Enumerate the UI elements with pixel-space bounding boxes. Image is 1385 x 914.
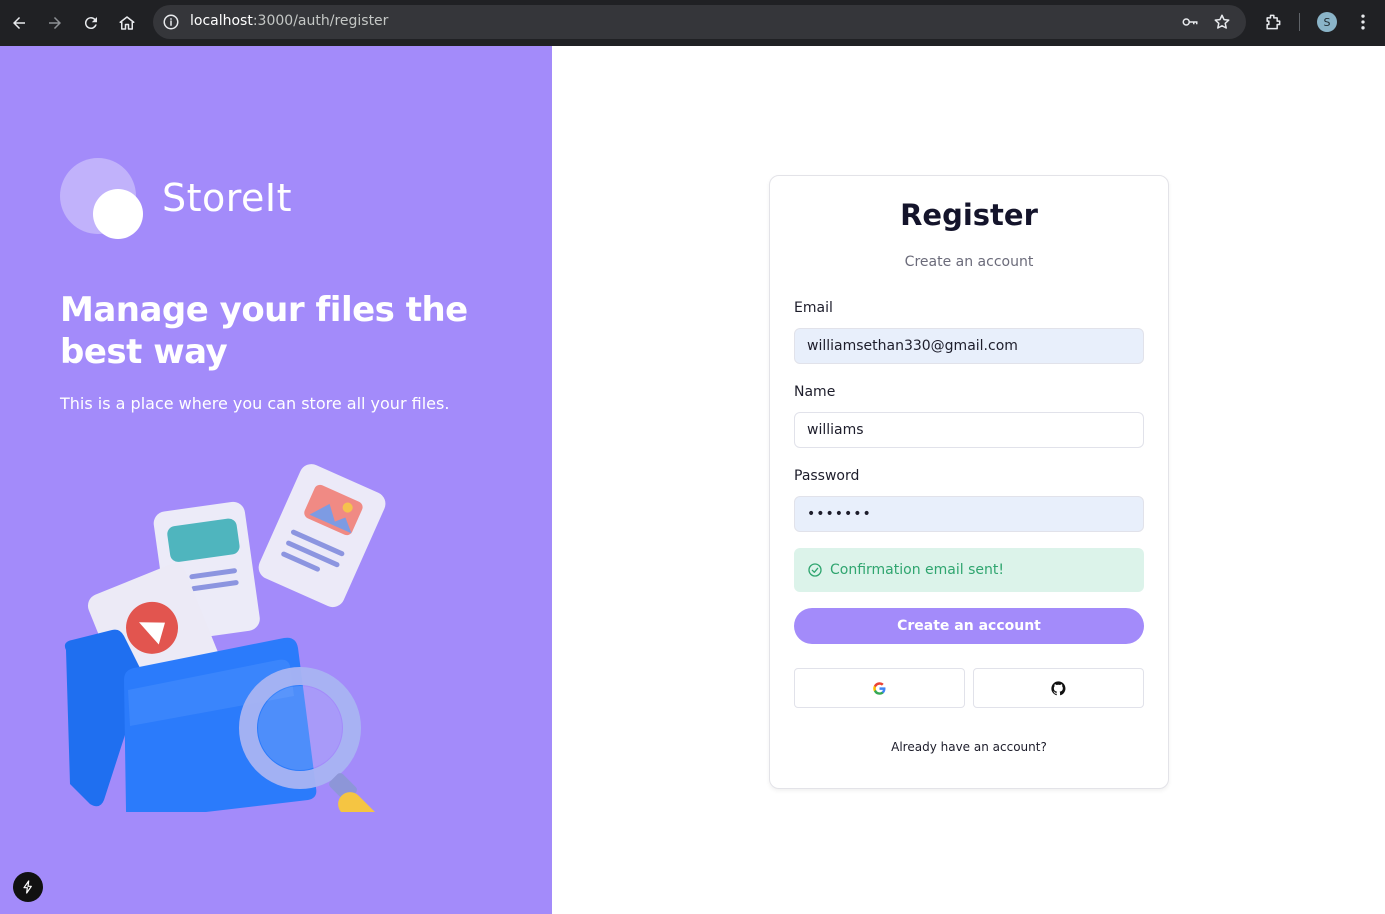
success-alert: Confirmation email sent!: [794, 548, 1144, 592]
form-title: Register: [900, 198, 1038, 232]
form-subtitle: Create an account: [904, 254, 1034, 270]
create-account-button[interactable]: Create an account: [794, 608, 1144, 644]
profile-avatar[interactable]: S: [1317, 12, 1337, 32]
google-icon: [873, 681, 886, 695]
name-field[interactable]: williams: [794, 412, 1144, 448]
url-text: localhost:3000/auth/register: [190, 13, 389, 29]
login-link[interactable]: Already have an account?: [770, 740, 1168, 754]
toolbar-divider: [1299, 13, 1300, 31]
browser-toolbar: localhost:3000/auth/register S: [0, 0, 1385, 46]
hero-headline: Manage your files the best way: [60, 290, 468, 372]
name-label: Name: [794, 384, 836, 400]
files-illustration: [64, 464, 386, 812]
star-icon[interactable]: [1213, 13, 1231, 31]
register-card: Register Create an account Email william…: [769, 175, 1169, 789]
brand-name: StoreIt: [162, 176, 293, 220]
menu-icon[interactable]: [1353, 12, 1373, 32]
github-icon: [1051, 680, 1066, 695]
password-label: Password: [794, 468, 860, 484]
reload-icon[interactable]: [79, 11, 103, 35]
check-circle-icon: [808, 563, 822, 577]
hero-tagline: This is a place where you can store all …: [60, 394, 450, 413]
forward-icon[interactable]: [43, 11, 67, 35]
github-signin-button[interactable]: [973, 668, 1144, 708]
back-icon[interactable]: [7, 11, 31, 35]
email-label: Email: [794, 300, 833, 316]
bolt-icon[interactable]: [13, 872, 43, 902]
email-field[interactable]: williamsethan330@gmail.com: [794, 328, 1144, 364]
home-icon[interactable]: [115, 11, 139, 35]
password-field[interactable]: •••••••: [794, 496, 1144, 532]
success-message: Confirmation email sent!: [830, 562, 1004, 578]
hero-panel: StoreIt Manage your files the best way T…: [0, 46, 552, 914]
info-icon[interactable]: [162, 13, 180, 31]
address-bar[interactable]: localhost:3000/auth/register: [153, 5, 1246, 39]
google-signin-button[interactable]: [794, 668, 965, 708]
extensions-icon[interactable]: [1263, 12, 1283, 32]
logo-icon: [60, 158, 144, 242]
key-icon[interactable]: [1180, 13, 1200, 31]
